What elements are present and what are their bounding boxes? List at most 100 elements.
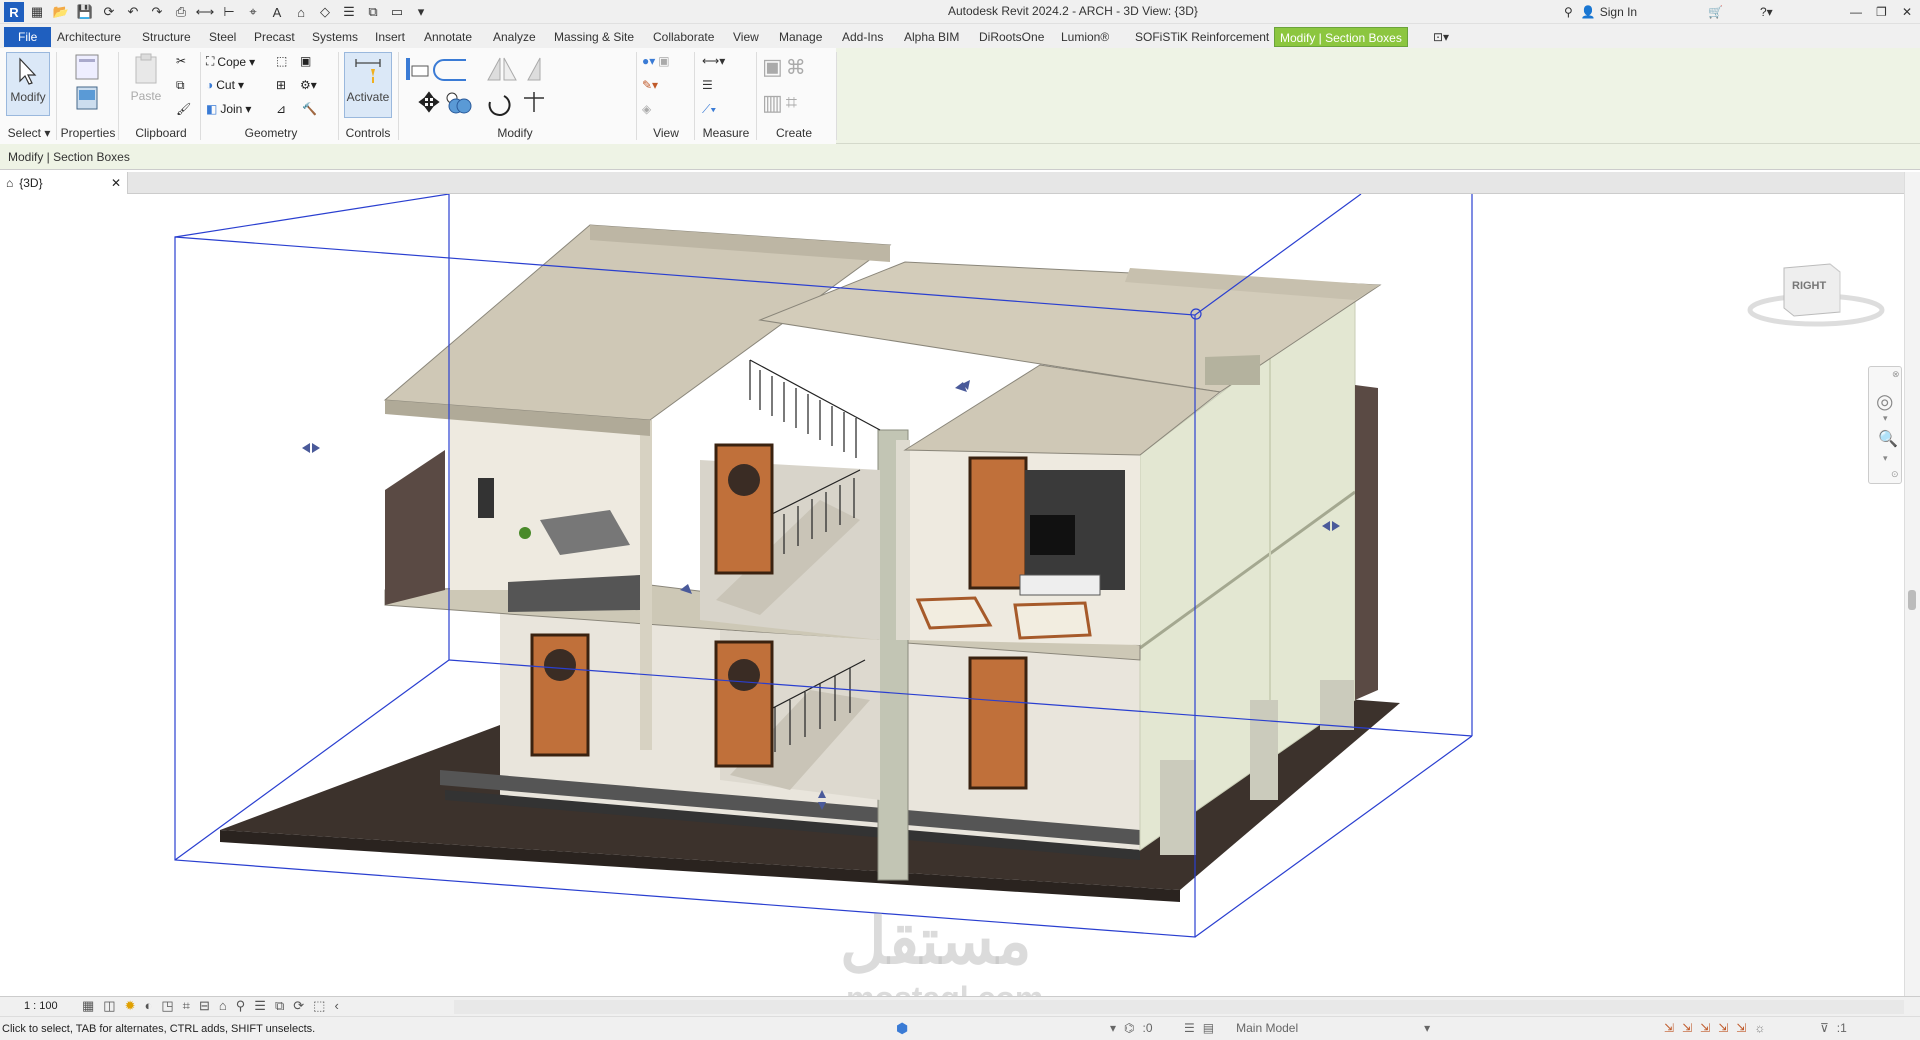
redo-icon[interactable]: ↷: [146, 2, 168, 22]
measure-icon[interactable]: ⟷: [194, 2, 216, 22]
section-icon[interactable]: ◇: [314, 2, 336, 22]
crop-view-icon[interactable]: ⌗: [183, 998, 190, 1014]
horizontal-scrollbar[interactable]: [454, 1000, 1904, 1014]
viewcube[interactable]: RIGHT: [1746, 250, 1886, 330]
shadows-icon[interactable]: ◐: [145, 998, 153, 1014]
tab-architecture[interactable]: Architecture: [52, 27, 126, 47]
cope-button[interactable]: ⛶ Cope ▾: [206, 54, 255, 69]
worksharing-monitor-icon[interactable]: ⬢: [896, 1020, 908, 1037]
cart-icon[interactable]: 🛒: [1708, 2, 1723, 22]
navigation-bar[interactable]: ⊗ ◎ ▾ 🔍 ▾ ⊙: [1868, 366, 1902, 484]
temp-hide-icon[interactable]: ⚲: [236, 998, 246, 1014]
analytical-model-icon[interactable]: ⬚: [313, 998, 325, 1014]
view-scale[interactable]: 1 : 100: [24, 1000, 58, 1012]
close-view-tab-icon[interactable]: ✕: [111, 176, 121, 190]
tab-alpha-bim[interactable]: Alpha BIM: [899, 27, 964, 47]
sign-in-area[interactable]: ⚲ 👤 Sign In: [1564, 2, 1637, 22]
remove-paint-icon[interactable]: ⊿: [276, 102, 286, 116]
measure-distance-icon[interactable]: ⟷▾: [702, 54, 725, 68]
background-processes-icon[interactable]: ☼: [1754, 1021, 1765, 1035]
3d-view-icon[interactable]: ⌂: [290, 2, 312, 22]
home-icon[interactable]: ▦: [26, 2, 48, 22]
section-box-left-handle[interactable]: [302, 443, 320, 453]
customize-qat-icon[interactable]: ▾: [410, 2, 432, 22]
tab-insert[interactable]: Insert: [370, 27, 410, 47]
highlight-displacement-icon[interactable]: ‹: [334, 998, 338, 1014]
design-options-area[interactable]: ☰ ▤ Main Model ▾: [1184, 1021, 1430, 1035]
text-icon[interactable]: A: [266, 2, 288, 22]
tab-modify-section-boxes[interactable]: Modify | Section Boxes: [1274, 27, 1408, 47]
tab-massing-site[interactable]: Massing & Site: [549, 27, 639, 47]
close-hidden-icon[interactable]: ⧉: [362, 2, 384, 22]
copy-icon[interactable]: ⧉: [176, 78, 185, 93]
wheel-dropdown-icon[interactable]: ▾: [1883, 413, 1888, 424]
undo-icon[interactable]: ↶: [122, 2, 144, 22]
binoculars-icon[interactable]: ⚲: [1564, 5, 1573, 19]
minimize-button[interactable]: —: [1850, 2, 1862, 22]
tab-manage[interactable]: Manage: [774, 27, 827, 47]
hammer-icon[interactable]: 🔨: [302, 102, 317, 116]
filter-icon[interactable]: ⊽: [1820, 1021, 1829, 1035]
help-icon[interactable]: ?▾: [1760, 2, 1773, 22]
modify-tools-icons[interactable]: [404, 54, 634, 126]
paint-icon[interactable]: ▣: [300, 54, 311, 68]
select-dropdown[interactable]: Select ▾: [4, 126, 54, 140]
model-dropdown-icon[interactable]: ▾: [1424, 1021, 1430, 1035]
select-pinned-icon[interactable]: ⇲: [1700, 1021, 1710, 1035]
select-links-icon[interactable]: ⇲: [1664, 1021, 1674, 1035]
dimension-icon[interactable]: ⊢: [218, 2, 240, 22]
tab-diroots-one[interactable]: DiRootsOne: [974, 27, 1049, 47]
tab-precast[interactable]: Precast: [249, 27, 300, 47]
split-face-icon[interactable]: ⬚: [276, 54, 287, 68]
activate-button[interactable]: Activate: [344, 52, 392, 118]
viewcube-face-label[interactable]: RIGHT: [1792, 280, 1826, 292]
tab-add-ins[interactable]: Add-Ins: [837, 27, 888, 47]
workset-area[interactable]: ▾ ⌬ :0: [1110, 1021, 1153, 1035]
sign-in-link[interactable]: Sign In: [1600, 5, 1637, 19]
print-icon[interactable]: ⎙: [170, 2, 192, 22]
cut-geometry-button[interactable]: ◑ Cut ▾: [206, 78, 244, 92]
select-underlay-icon[interactable]: ⇲: [1682, 1021, 1692, 1035]
tab-analyze[interactable]: Analyze: [488, 27, 541, 47]
tab-sofistik-reinforcement[interactable]: SOFiSTiK Reinforcement: [1130, 27, 1274, 47]
match-type-icon[interactable]: 🖌: [176, 102, 191, 116]
tab-collaborate[interactable]: Collaborate: [648, 27, 719, 47]
tab-systems[interactable]: Systems: [307, 27, 363, 47]
override-graphics-icon[interactable]: ✎▾: [642, 78, 658, 92]
close-window-button[interactable]: ✕: [1902, 2, 1912, 22]
vertical-scrollbar[interactable]: [1904, 172, 1920, 996]
3d-view-canvas[interactable]: RIGHT مستقل mostaql.com: [0, 194, 1904, 996]
linework-icon[interactable]: ◈: [642, 102, 651, 116]
drag-elements-icon[interactable]: ⇲: [1736, 1021, 1746, 1035]
steering-wheel-icon[interactable]: ◎: [1876, 389, 1893, 414]
modify-button[interactable]: Modify: [6, 52, 50, 116]
tab-lumion[interactable]: Lumion®: [1056, 27, 1114, 47]
open-icon[interactable]: 📂: [50, 2, 72, 22]
tag-icon[interactable]: ⌖: [242, 2, 264, 22]
visual-style-icon[interactable]: ◫: [103, 998, 115, 1014]
workset-dropdown-icon[interactable]: ▾: [1110, 1021, 1116, 1035]
save-icon[interactable]: 💾: [74, 2, 96, 22]
dimension-tool-icon[interactable]: ☰: [702, 78, 713, 92]
design-option-icon[interactable]: ☰: [1184, 1021, 1195, 1035]
cut-clipboard-icon[interactable]: ✂: [176, 54, 186, 68]
hide-in-view-icon[interactable]: ●▾ ▣: [642, 54, 670, 68]
create-parts-icon[interactable]: ▥ ⌗: [762, 90, 797, 116]
switch-windows-icon[interactable]: ▭: [386, 2, 408, 22]
zoom-icon[interactable]: 🔍: [1878, 429, 1898, 449]
view-tab-3d[interactable]: ⌂ {3D} ✕: [0, 172, 128, 194]
worksharing-display-icon[interactable]: ⟳: [293, 998, 304, 1014]
lock-3d-icon[interactable]: ⌂: [219, 998, 227, 1014]
tab-annotate[interactable]: Annotate: [419, 27, 477, 47]
properties-button[interactable]: [64, 52, 110, 124]
paste-button[interactable]: Paste: [126, 52, 166, 118]
create-assembly-icon[interactable]: ▣ ⌘: [762, 54, 806, 80]
editable-only-icon[interactable]: ⌬: [1124, 1021, 1134, 1035]
section-box-top-handle[interactable]: [955, 380, 970, 392]
restore-button[interactable]: ❐: [1876, 2, 1887, 22]
wall-joins-icon[interactable]: ⊞: [276, 78, 286, 92]
join-button[interactable]: ◧ Join ▾: [206, 102, 251, 116]
navbar-options-icon[interactable]: ⊙: [1891, 469, 1899, 480]
reveal-hidden-icon[interactable]: ☰: [254, 998, 266, 1014]
demolish-icon[interactable]: ⚙▾: [300, 78, 317, 92]
